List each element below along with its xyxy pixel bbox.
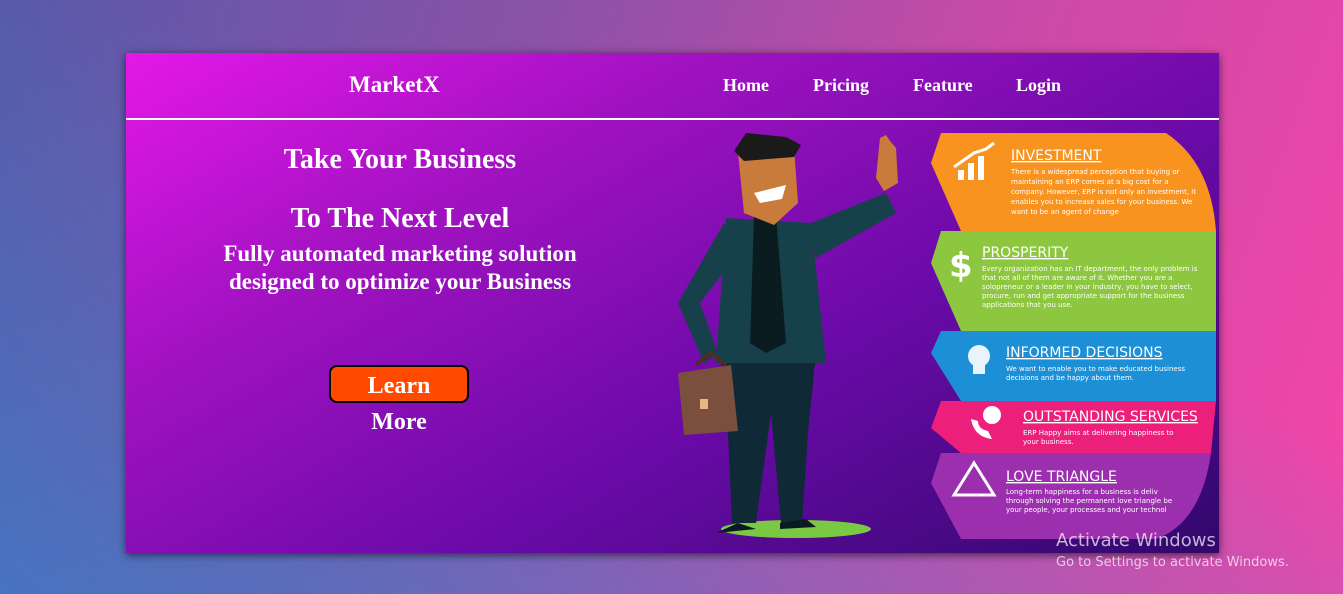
windows-activation-watermark: Activate Windows Go to Settings to activ…: [1056, 530, 1289, 570]
panel-love-text-2: through solving the permanent love trian…: [1006, 497, 1172, 505]
panel-prosperity-title: PROSPERITY: [982, 245, 1069, 261]
panel-outstanding-services: OUTSTANDING SERVICES ERP Happy aims at d…: [931, 401, 1216, 453]
businessman-figure: [678, 133, 898, 538]
panel-investment-text-3: company. However, ERP is not only an inv…: [1011, 188, 1196, 196]
business-illustration: INVESTMENT There is a widespread percept…: [678, 133, 1216, 539]
panel-investment-text-1: There is a widespread perception that bu…: [1010, 168, 1180, 176]
panel-prosperity: $ PROSPERITY Every organization has an I…: [931, 231, 1216, 331]
panel-informed-decisions-title: INFORMED DECISIONS: [1006, 345, 1163, 361]
panel-informed-text-1: We want to enable you to make educated b…: [1006, 365, 1185, 373]
panel-love-triangle: LOVE TRIANGLE Long-term happiness for a …: [931, 453, 1211, 539]
dollar-icon: $: [949, 246, 973, 286]
panel-prosperity-text-3: solopreneur or a leader in your industry…: [982, 283, 1193, 291]
panel-love-text-3: your people, your processes and your tec…: [1006, 506, 1167, 514]
hero-card: MarketX Home Pricing Feature Login Take …: [126, 53, 1219, 553]
panel-outstanding-services-title: OUTSTANDING SERVICES: [1023, 409, 1198, 425]
watermark-subtitle: Go to Settings to activate Windows.: [1056, 555, 1289, 570]
panel-love-triangle-title: LOVE TRIANGLE: [1006, 469, 1117, 485]
panel-investment-text-5: want to be an agent of change: [1011, 208, 1119, 216]
panel-informed-text-2: decisions and be happy about them.: [1006, 374, 1134, 382]
panel-prosperity-text-1: Every organization has an IT department,…: [982, 265, 1198, 273]
panel-investment-text-4: enables you to increase sales for your b…: [1011, 198, 1192, 206]
panel-outstanding-text-1: ERP Happy aims at delivering happiness t…: [1023, 429, 1174, 437]
panel-informed-decisions: INFORMED DECISIONS We want to enable you…: [931, 331, 1216, 401]
panel-investment: INVESTMENT There is a widespread percept…: [931, 133, 1216, 231]
panel-love-text-1: Long-term happiness for a business is de…: [1006, 488, 1158, 496]
panel-prosperity-text-4: procure, run and get appropriate support…: [982, 292, 1185, 300]
panel-prosperity-text-5: applications that you use.: [982, 301, 1073, 309]
watermark-title: Activate Windows: [1056, 530, 1216, 551]
panel-investment-title: INVESTMENT: [1011, 148, 1102, 164]
panel-prosperity-text-2: that not all of them are aware of it. Wh…: [982, 274, 1172, 282]
panel-investment-text-2: maintaining an ERP comes at a big cost f…: [1011, 178, 1169, 186]
panel-outstanding-text-2: your business.: [1023, 438, 1074, 446]
